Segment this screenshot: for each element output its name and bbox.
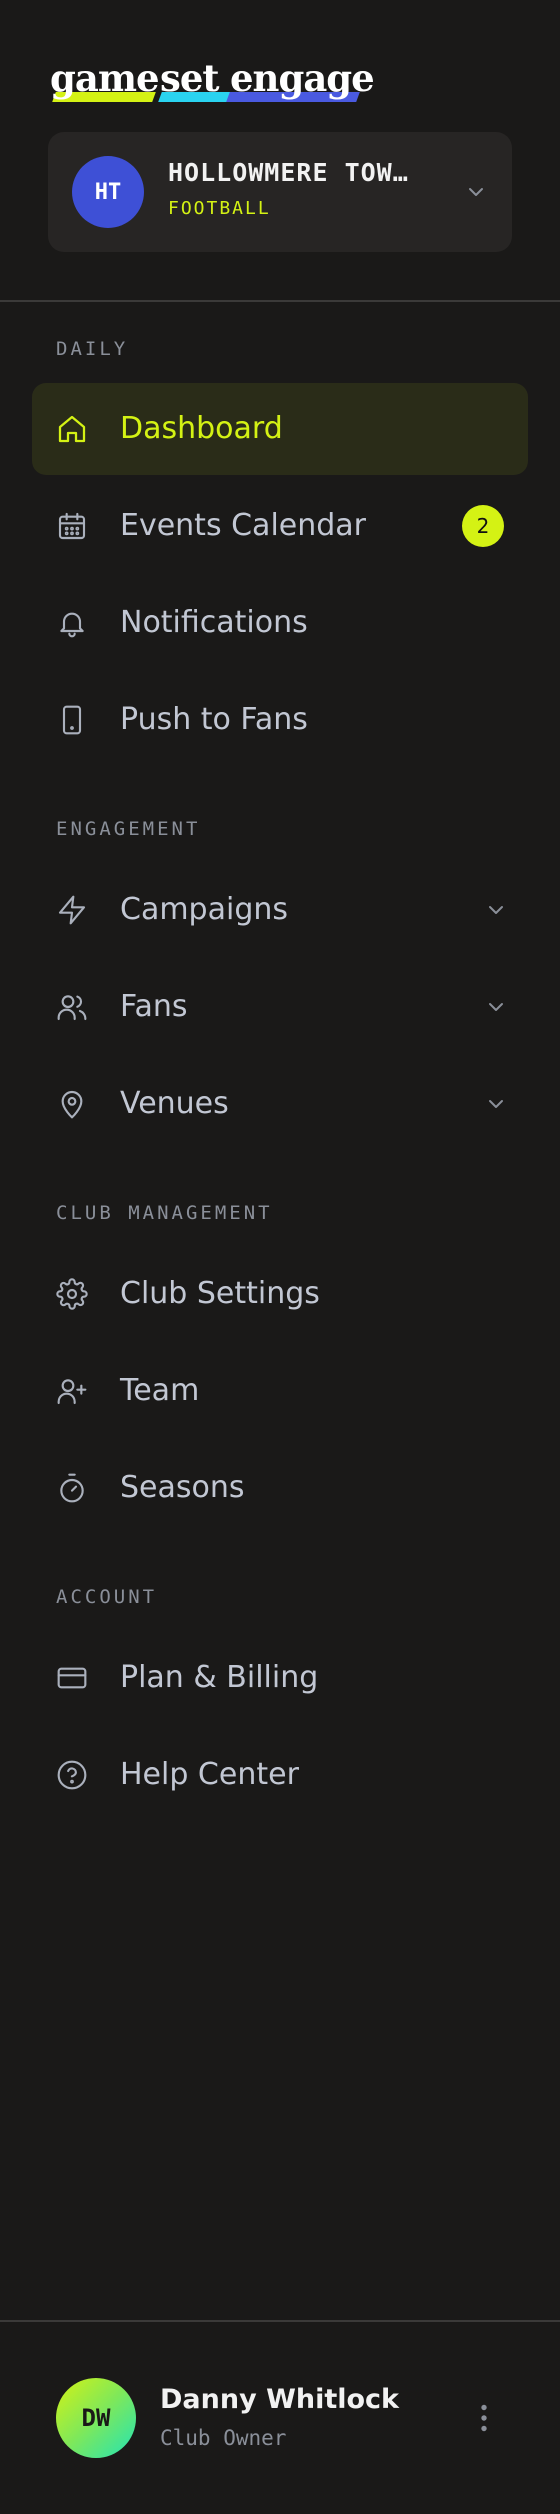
nav-item-events-calendar[interactable]: Events Calendar 2 [32, 480, 528, 572]
calendar-icon [56, 510, 88, 542]
nav-label: Team [120, 1373, 200, 1408]
events-count-badge: 2 [462, 505, 504, 547]
nav-label: Seasons [120, 1470, 245, 1505]
chevron-down-icon [489, 1100, 503, 1108]
chevron-down-icon [489, 1003, 503, 1011]
nav-label: Push to Fans [120, 702, 308, 737]
nav-item-campaigns[interactable]: Campaigns [32, 864, 528, 956]
nav-item-notifications[interactable]: Notifications [32, 577, 528, 669]
nav-label: Plan & Billing [120, 1660, 319, 1695]
nav-label: Fans [120, 989, 188, 1024]
user-plus-icon [56, 1375, 88, 1407]
nav-label: Notifications [120, 605, 308, 640]
nav-item-push-to-fans[interactable]: Push to Fans [32, 674, 528, 766]
timer-icon [56, 1472, 88, 1504]
user-role: Club Owner [160, 2426, 287, 2450]
home-icon [56, 413, 88, 445]
nav-label: Help Center [120, 1757, 299, 1792]
nav-item-fans[interactable]: Fans [32, 961, 528, 1053]
nav-label: Campaigns [120, 892, 289, 927]
logo-word-3: engage [230, 56, 375, 100]
club-avatar: HT [72, 156, 144, 228]
nav-label: Dashboard [120, 411, 283, 446]
nav-label: Venues [120, 1086, 229, 1121]
section-title-account: ACCOUNT [56, 1586, 158, 1608]
bell-icon [56, 607, 88, 639]
help-circle-icon [56, 1759, 88, 1791]
section-title-engagement: ENGAGEMENT [56, 818, 201, 840]
logo-word-1: game [50, 56, 160, 100]
nav-item-team[interactable]: Team [32, 1345, 528, 1437]
logo-word-2: set [160, 56, 219, 100]
user-avatar[interactable]: DW [56, 2378, 136, 2458]
credit-card-icon [56, 1662, 88, 1694]
map-pin-icon [56, 1088, 88, 1120]
nav-item-help-center[interactable]: Help Center [32, 1729, 528, 1821]
nav-item-plan-billing[interactable]: Plan & Billing [32, 1632, 528, 1724]
sidebar: game set engage HT HOLLOWMERE TOWN… FOOT… [0, 0, 560, 2514]
user-name: Danny Whitlock [160, 2384, 400, 2415]
top-divider [0, 300, 560, 302]
chevron-down-icon [469, 188, 483, 196]
club-sport: FOOTBALL [168, 198, 271, 219]
nav-item-venues[interactable]: Venues [32, 1058, 528, 1150]
section-title-daily: DAILY [56, 338, 129, 360]
brand-logo[interactable]: game set engage [48, 56, 375, 108]
nav-item-seasons[interactable]: Seasons [32, 1442, 528, 1534]
nav-label: Events Calendar [120, 508, 367, 543]
more-vertical-icon[interactable] [466, 2400, 502, 2436]
users-icon [56, 991, 88, 1023]
nav-item-club-settings[interactable]: Club Settings [32, 1248, 528, 1340]
bottom-divider [0, 2320, 560, 2322]
section-title-club-management: CLUB MANAGEMENT [56, 1202, 273, 1224]
lightning-icon [56, 894, 88, 926]
chevron-down-icon [489, 906, 503, 914]
nav-item-dashboard[interactable]: Dashboard [32, 383, 528, 475]
club-name: HOLLOWMERE TOWN… [168, 158, 418, 187]
smartphone-icon [56, 704, 88, 736]
nav-label: Club Settings [120, 1276, 320, 1311]
club-selector[interactable]: HT HOLLOWMERE TOWN… FOOTBALL [48, 132, 512, 252]
gear-icon [56, 1278, 88, 1310]
